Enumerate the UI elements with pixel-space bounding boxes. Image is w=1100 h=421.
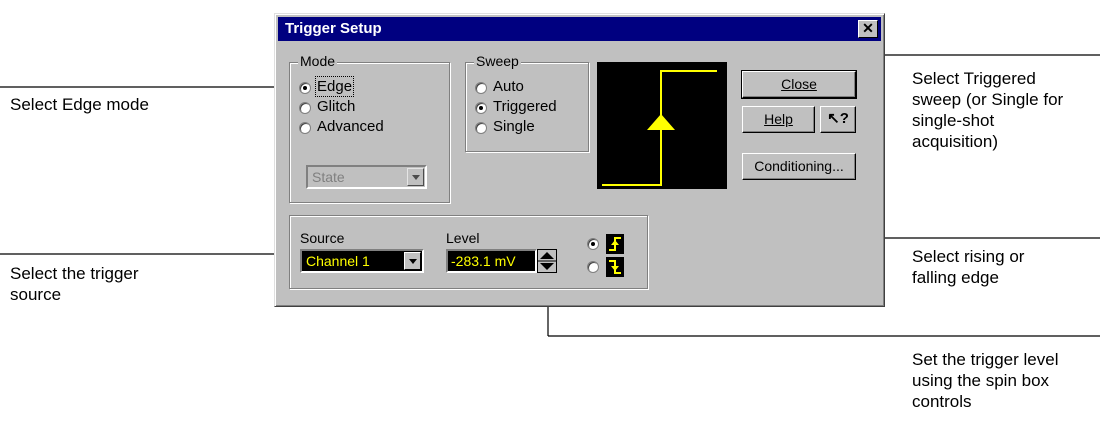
help-button-label: Help xyxy=(764,111,793,127)
title-bar[interactable]: Trigger Setup ✕ xyxy=(278,17,881,41)
mode-edge-radio[interactable] xyxy=(299,82,311,94)
callout-sweep: Select Triggered sweep (or Single for si… xyxy=(912,68,1063,152)
chevron-down-icon xyxy=(407,168,424,186)
edge-falling-radio[interactable] xyxy=(587,261,599,273)
chevron-down-icon[interactable] xyxy=(404,252,421,270)
trigger-setup-dialog: Trigger Setup ✕ Mode Edge Glitch Advance… xyxy=(274,13,885,307)
close-button[interactable]: Close xyxy=(741,70,857,99)
advanced-state-select: State xyxy=(306,165,427,189)
callout-level-line: Set the trigger level xyxy=(912,350,1059,369)
close-window-button[interactable]: ✕ xyxy=(858,20,878,38)
sweep-single-label[interactable]: Single xyxy=(493,118,535,135)
source-value: Channel 1 xyxy=(306,253,370,269)
sweep-group: Sweep Auto Triggered Single xyxy=(465,53,589,152)
level-label: Level xyxy=(446,230,480,246)
sweep-auto-radio[interactable] xyxy=(475,82,487,94)
help-pointer-icon: ↖? xyxy=(827,110,849,127)
callout-trigger-source-line: Select the trigger xyxy=(10,264,139,283)
source-select[interactable]: Channel 1 xyxy=(300,249,424,273)
close-button-label: Close xyxy=(781,76,817,92)
level-input[interactable]: -283.1 mV xyxy=(446,249,537,273)
source-label: Source xyxy=(300,230,345,246)
callout-sweep-line: acquisition) xyxy=(912,132,998,151)
sweep-triggered-label[interactable]: Triggered xyxy=(493,98,557,115)
trigger-preview xyxy=(597,62,727,189)
callout-edge: Select rising or falling edge xyxy=(912,246,1024,288)
callout-sweep-line: single-shot xyxy=(912,111,995,130)
mode-advanced-label[interactable]: Advanced xyxy=(317,118,384,135)
callout-trigger-source-line: source xyxy=(10,285,62,304)
dialog-title: Trigger Setup xyxy=(285,20,382,37)
mode-advanced-radio[interactable] xyxy=(299,122,311,134)
context-help-button[interactable]: ↖? xyxy=(820,106,856,133)
callout-trigger-source: Select the trigger source xyxy=(10,263,139,305)
rising-edge-icon xyxy=(606,234,624,254)
callout-sweep-line: Select Triggered xyxy=(912,69,1036,88)
callout-sweep-line: sweep (or Single for xyxy=(912,90,1064,109)
falling-edge-icon xyxy=(606,257,624,277)
source-level-group: Source Channel 1 Level -283.1 mV xyxy=(289,215,648,289)
close-icon: ✕ xyxy=(862,20,874,36)
mode-glitch-label[interactable]: Glitch xyxy=(317,98,355,115)
callout-level-line: using the spin box xyxy=(912,371,1050,390)
sweep-legend: Sweep xyxy=(474,53,521,69)
sweep-single-radio[interactable] xyxy=(475,122,487,134)
conditioning-button[interactable]: Conditioning... xyxy=(742,153,856,180)
mode-group: Mode Edge Glitch Advanced State xyxy=(289,53,450,203)
level-value: -283.1 mV xyxy=(451,253,516,269)
mode-edge-label[interactable]: Edge xyxy=(314,76,355,97)
callout-edge-mode: Select Edge mode xyxy=(10,95,149,114)
callout-edge-line: Select rising or xyxy=(912,247,1025,266)
sweep-triggered-radio[interactable] xyxy=(475,102,487,114)
conditioning-button-label: Conditioning... xyxy=(754,158,844,174)
mode-legend: Mode xyxy=(298,53,338,69)
callout-edge-line: falling edge xyxy=(912,268,999,287)
advanced-state-value: State xyxy=(312,169,345,185)
callout-level-line: controls xyxy=(912,392,972,411)
help-button[interactable]: Help xyxy=(742,106,815,133)
sweep-auto-label[interactable]: Auto xyxy=(493,78,524,95)
callout-level: Set the trigger level using the spin box… xyxy=(912,349,1058,412)
mode-glitch-radio[interactable] xyxy=(299,102,311,114)
edge-rising-radio[interactable] xyxy=(587,238,599,250)
level-spin-box[interactable] xyxy=(537,249,557,273)
